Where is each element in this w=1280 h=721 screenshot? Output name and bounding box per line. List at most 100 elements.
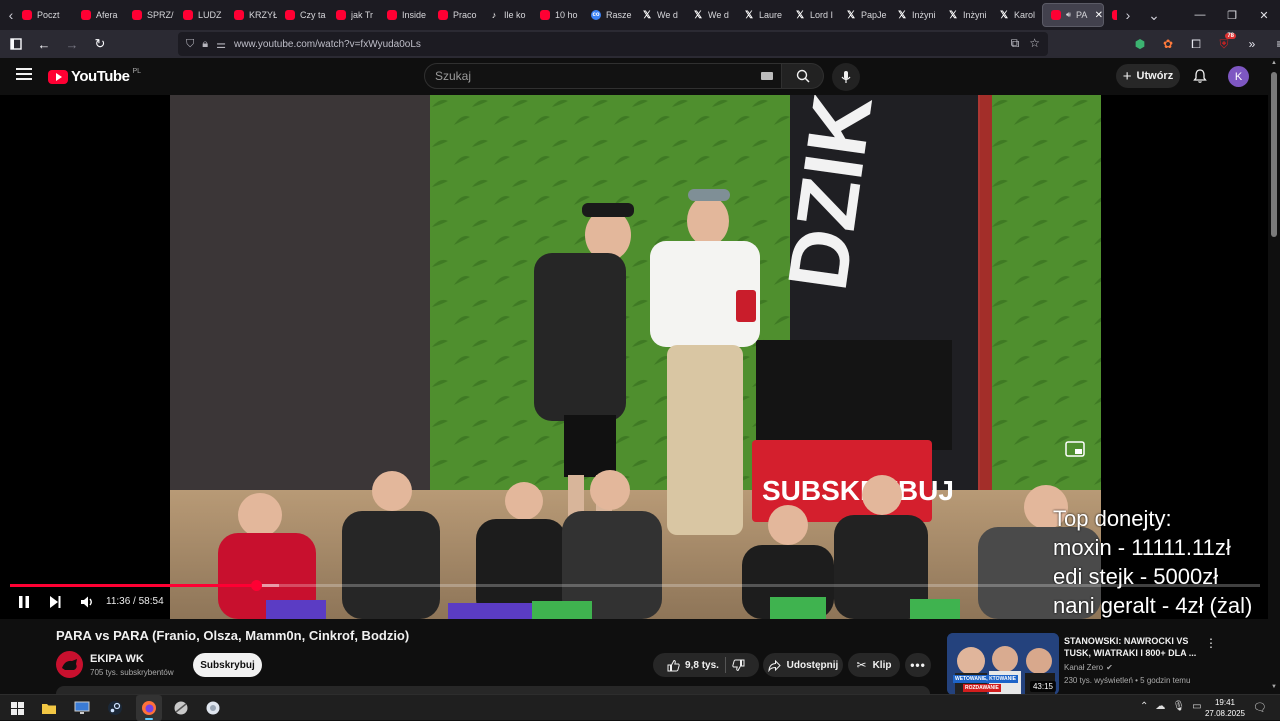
- clock-date: 27.08.2025: [1204, 709, 1246, 718]
- browser-nav-bar: ← → ↻ ⛉ 🔒︎ ⚌ www.youtube.com/watch?v=fxW…: [0, 30, 1280, 58]
- overflow-chevron-icon[interactable]: »: [1240, 32, 1264, 56]
- recommended-video-thumbnail[interactable]: WETOWANIE, KTOWANIE ROZDAWANIE 43:15: [947, 633, 1059, 695]
- browser-tab[interactable]: Och: [1104, 3, 1117, 27]
- share-button[interactable]: Udostępnij: [763, 653, 843, 677]
- more-actions-button[interactable]: •••: [905, 653, 931, 677]
- browser-tab-label: Rasze: [606, 10, 632, 20]
- youtube-logo[interactable]: YouTube PL: [48, 68, 141, 85]
- search-input[interactable]: [435, 69, 735, 83]
- browser-tab[interactable]: Poczt: [22, 3, 73, 27]
- taskbar-clock[interactable]: 19:41 27.08.2025: [1204, 697, 1246, 719]
- tray-expand-chevron-icon[interactable]: ⌃: [1140, 701, 1148, 712]
- browser-tab[interactable]: Praco: [430, 3, 481, 27]
- recommended-video-title[interactable]: STANOWSKI: NAWROCKI VS TUSK, WIATRAKI I …: [1064, 635, 1204, 659]
- tab-audio-icon[interactable]: 🔊︎: [1066, 10, 1071, 20]
- firefox-icon[interactable]: [140, 699, 158, 717]
- tab-list-chevron-down-icon[interactable]: ⌄: [1143, 0, 1165, 30]
- browser-tab[interactable]: 𝕏 PapJe: [838, 3, 889, 27]
- like-button[interactable]: 9,8 tys.: [667, 659, 719, 672]
- svg-text:SUBSKRYBUJ: SUBSKRYBUJ: [762, 475, 954, 506]
- browser-tab[interactable]: 𝕏 Inżyni: [889, 3, 940, 27]
- monitor-app-icon[interactable]: [73, 699, 91, 717]
- chat-app-icon[interactable]: [204, 699, 222, 717]
- recommended-more-icon[interactable]: ⋮: [1205, 636, 1217, 650]
- tab-close-icon[interactable]: ✕: [1095, 10, 1103, 21]
- subscribe-button[interactable]: Subskrybuj: [193, 653, 262, 677]
- miniplayer-icon[interactable]: [1064, 438, 1086, 460]
- guide-menu-icon[interactable]: [16, 68, 32, 84]
- scroll-up-arrow-icon[interactable]: ▲: [1271, 60, 1277, 66]
- thumbs-up-icon: [667, 659, 680, 671]
- back-icon[interactable]: ←: [32, 32, 56, 56]
- volume-button[interactable]: [79, 593, 95, 611]
- browser-tab[interactable]: Afera: [73, 3, 124, 27]
- steam-icon[interactable]: [106, 699, 124, 717]
- browser-tab[interactable]: 𝕏 We d: [634, 3, 685, 27]
- progress-bar[interactable]: [10, 580, 1260, 591]
- tab-scroll-right-icon[interactable]: ›: [1117, 0, 1139, 30]
- browser-tab[interactable]: LUDZ: [175, 3, 226, 27]
- browser-tab[interactable]: co Rasze: [583, 3, 634, 27]
- clip-button[interactable]: ✂ Klip: [848, 653, 900, 677]
- next-button[interactable]: [47, 593, 63, 611]
- notifications-bell-icon[interactable]: [1192, 68, 1208, 84]
- video-player[interactable]: DZIK SUBSKRYBUJ Top donejty: moxin - 111…: [0, 95, 1268, 619]
- sidebar-toggle-icon[interactable]: [4, 32, 28, 56]
- create-button[interactable]: + Utwórz: [1116, 64, 1180, 88]
- browser-tab[interactable]: jak Tr: [328, 3, 379, 27]
- browser-tab[interactable]: KRZYŁ: [226, 3, 277, 27]
- account-avatar[interactable]: K: [1228, 66, 1249, 87]
- dislike-button[interactable]: [732, 659, 745, 672]
- windows-start-icon[interactable]: [8, 699, 26, 717]
- scrollbar-thumb[interactable]: [1271, 72, 1277, 237]
- browser-tab[interactable]: ♪ Ile ko: [481, 3, 532, 27]
- video-frame[interactable]: DZIK SUBSKRYBUJ: [170, 95, 1101, 619]
- scroll-down-arrow-icon[interactable]: ▼: [1271, 684, 1277, 690]
- onedrive-cloud-icon[interactable]: ☁: [1155, 701, 1165, 712]
- reload-icon[interactable]: ↻: [88, 32, 112, 56]
- bookmark-star-icon[interactable]: ☆: [1029, 36, 1040, 51]
- url-text[interactable]: www.youtube.com/watch?v=fxWyuda0oLs: [234, 39, 421, 50]
- browser-tab[interactable]: 🔊︎ PAR ✕: [1042, 3, 1104, 27]
- app-icon[interactable]: [172, 699, 190, 717]
- display-tray-icon[interactable]: ▭: [1192, 701, 1201, 712]
- extensions-puzzle-icon[interactable]: ⧠: [1184, 32, 1208, 56]
- page-scrollbar[interactable]: ▲ ▼: [1268, 58, 1280, 694]
- pause-button[interactable]: [16, 593, 32, 611]
- browser-tab[interactable]: SPRZ/: [124, 3, 175, 27]
- channel-avatar[interactable]: [56, 651, 83, 678]
- restore-icon[interactable]: ❐: [1216, 0, 1248, 30]
- keyboard-icon[interactable]: [761, 72, 773, 80]
- browser-tab[interactable]: 𝕏 Lord I: [787, 3, 838, 27]
- menu-icon[interactable]: ≡: [1268, 32, 1280, 56]
- fox-extension-icon[interactable]: ✿: [1156, 32, 1180, 56]
- close-window-icon[interactable]: ✕: [1248, 0, 1280, 30]
- picture-in-picture-icon[interactable]: ⧉: [1011, 36, 1020, 51]
- browser-tab-label: We d: [657, 10, 678, 20]
- browser-tab[interactable]: 𝕏 Karol: [991, 3, 1042, 27]
- ublock-extension-icon[interactable]: ⛨ 78: [1212, 32, 1236, 56]
- tab-scroll-left-icon[interactable]: ‹: [0, 0, 22, 30]
- youtube-header: YouTube PL + Utwórz K: [0, 58, 1268, 95]
- forward-icon[interactable]: →: [60, 32, 84, 56]
- vpn-extension-icon[interactable]: ⬢: [1128, 32, 1152, 56]
- notification-center-icon[interactable]: 🗨︎: [1253, 701, 1267, 714]
- browser-tab[interactable]: 10 ho: [532, 3, 583, 27]
- lock-icon[interactable]: 🔒︎: [202, 38, 208, 51]
- description-box[interactable]: [56, 686, 930, 694]
- browser-tab[interactable]: Czy ta: [277, 3, 328, 27]
- permissions-icon[interactable]: ⚌: [216, 38, 226, 51]
- browser-tab[interactable]: 𝕏 Inżyni: [940, 3, 991, 27]
- browser-tab[interactable]: 𝕏 We d: [685, 3, 736, 27]
- file-explorer-icon[interactable]: [40, 699, 58, 717]
- shield-icon[interactable]: ⛉: [186, 38, 194, 51]
- voice-search-button[interactable]: [832, 63, 860, 91]
- channel-name[interactable]: EKIPA WK: [90, 653, 144, 665]
- search-button[interactable]: [782, 63, 824, 89]
- minimize-icon[interactable]: —: [1184, 0, 1216, 30]
- url-bar[interactable]: ⛉ 🔒︎ ⚌ www.youtube.com/watch?v=fxWyuda0o…: [178, 32, 1048, 56]
- microphone-tray-icon[interactable]: 🎙︎: [1172, 701, 1185, 712]
- browser-tab[interactable]: Inside: [379, 3, 430, 27]
- browser-tab[interactable]: 𝕏 Laure: [736, 3, 787, 27]
- recommended-channel[interactable]: Kanał Zero ✔: [1064, 663, 1113, 672]
